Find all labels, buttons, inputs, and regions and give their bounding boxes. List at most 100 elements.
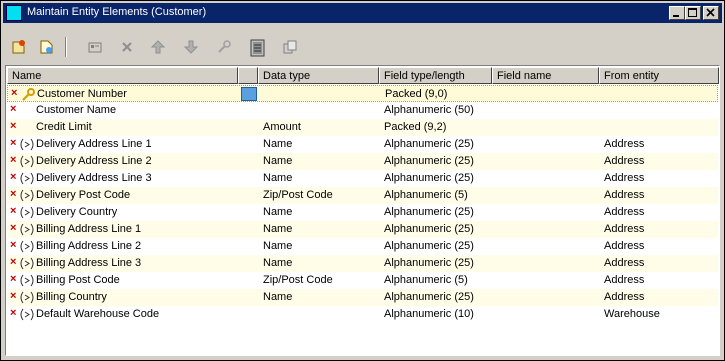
table-row[interactable]: × Delivery Address Line 2 Name Alphanumeric… [7, 153, 718, 170]
column-header-field-name[interactable]: Field name [492, 67, 599, 84]
from-entity-cell: Address [604, 257, 645, 269]
table-row[interactable]: × Customer Name Alphanumeric (50) [7, 102, 718, 119]
foreign-ref-icon [20, 189, 34, 202]
table-row[interactable]: × Billing Post Code Zip/Post Code Alphanume… [7, 272, 718, 289]
elements-grid[interactable]: Name Data type Field type/length Field n… [5, 65, 720, 356]
row-marker-icon: × [10, 171, 17, 183]
foreign-ref-icon [20, 138, 34, 151]
column-header-blank[interactable] [238, 67, 258, 84]
notes-button[interactable] [245, 35, 269, 59]
foreign-ref-icon [20, 291, 34, 304]
table-row[interactable]: × Billing Address Line 2 Name Alphanumeric … [7, 238, 718, 255]
row-marker-icon: × [10, 239, 17, 251]
column-header-name[interactable]: Name [7, 67, 238, 84]
copy-button[interactable] [278, 35, 302, 59]
element-name: Credit Limit [36, 121, 92, 133]
data-type-cell: Name [263, 172, 293, 184]
delete-button[interactable] [115, 35, 139, 59]
from-entity-cell: Address [604, 240, 645, 252]
maximize-button[interactable] [685, 6, 701, 20]
from-entity-cell: Address [604, 172, 645, 184]
from-entity-cell: Warehouse [604, 308, 660, 320]
field-type-cell: Alphanumeric (10) [384, 308, 474, 320]
toolbar-separator [65, 37, 67, 57]
lookup-button[interactable] [241, 87, 257, 101]
table-row[interactable]: × Billing Country Name Alphanumeric (25) Add… [7, 289, 718, 306]
table-row[interactable]: × Delivery Country Name Alphanumeric (25) Ad… [7, 204, 718, 221]
element-name: Billing Address Line 1 [36, 223, 142, 235]
primary-key-button[interactable] [212, 35, 236, 59]
column-header-from-entity[interactable]: From entity [599, 67, 719, 84]
field-type-cell: Alphanumeric (25) [384, 291, 474, 303]
field-type-cell: Alphanumeric (5) [384, 274, 468, 286]
window-title: Maintain Entity Elements (Customer) [27, 6, 207, 18]
foreign-ref-icon [20, 223, 34, 236]
table-row[interactable]: × Customer Number Packed (9,0) [7, 85, 718, 102]
from-entity-cell: Address [604, 138, 645, 150]
move-up-icon [150, 40, 166, 54]
table-row[interactable]: × Delivery Post Code Zip/Post Code Alphanum… [7, 187, 718, 204]
from-entity-cell: Address [604, 189, 645, 201]
element-name: Billing Address Line 2 [36, 240, 142, 252]
field-type-cell: Alphanumeric (25) [384, 240, 474, 252]
key-icon [22, 88, 35, 101]
from-entity-cell: Address [604, 274, 645, 286]
minimize-button[interactable] [669, 6, 685, 20]
field-type-cell: Alphanumeric (25) [384, 206, 474, 218]
column-header-field-type[interactable]: Field type/length [379, 67, 492, 84]
row-marker-icon: × [11, 87, 18, 99]
data-type-cell: Name [263, 240, 293, 252]
field-type-cell: Alphanumeric (5) [384, 189, 468, 201]
data-type-cell: Name [263, 291, 293, 303]
new-element-button[interactable] [7, 35, 31, 59]
close-button[interactable] [703, 6, 719, 20]
title-bar[interactable]: Maintain Entity Elements (Customer) [3, 3, 722, 23]
element-name: Billing Address Line 3 [36, 257, 142, 269]
table-row[interactable]: × Default Warehouse Code Alphanumeric (10)… [7, 306, 718, 323]
table-row[interactable]: × Delivery Address Line 1 Name Alphanumeric… [7, 136, 718, 153]
move-up-button[interactable] [146, 35, 170, 59]
field-type-cell: Alphanumeric (25) [384, 223, 474, 235]
data-type-cell: Amount [263, 121, 301, 133]
close-icon [706, 8, 715, 17]
new-element-from-button[interactable] [35, 35, 59, 59]
data-type-cell: Zip/Post Code [263, 189, 333, 201]
foreign-ref-icon [20, 308, 34, 321]
move-down-icon [183, 40, 199, 54]
copy-icon [283, 40, 297, 54]
foreign-ref-icon [20, 206, 34, 219]
table-row[interactable]: × Credit Limit Amount Packed (9,2) [7, 119, 718, 136]
table-row[interactable]: × Billing Address Line 3 Name Alphanumeric … [7, 255, 718, 272]
element-name: Billing Country [36, 291, 107, 303]
column-header-data-type[interactable]: Data type [258, 67, 379, 84]
element-name: Delivery Country [36, 206, 118, 218]
table-row[interactable]: × Delivery Address Line 3 Name Alphanumeric… [7, 170, 718, 187]
column-header-label: Data type [263, 70, 311, 82]
data-type-cell: Name [263, 155, 293, 167]
maximize-icon [688, 8, 697, 17]
move-down-button[interactable] [179, 35, 203, 59]
element-name: Billing Post Code [36, 274, 120, 286]
field-type-cell: Packed (9,2) [384, 121, 447, 133]
from-entity-cell: Address [604, 155, 645, 167]
notes-icon [250, 39, 265, 57]
element-name: Delivery Address Line 1 [36, 138, 152, 150]
field-type-cell: Alphanumeric (25) [384, 172, 474, 184]
data-type-cell: Name [263, 138, 293, 150]
row-marker-icon: × [10, 222, 17, 234]
from-entity-cell: Address [604, 206, 645, 218]
column-header-label: Field type/length [384, 70, 465, 82]
table-row[interactable]: × Billing Address Line 1 Name Alphanumeric … [7, 221, 718, 238]
minimize-icon [673, 15, 679, 17]
element-name: Delivery Post Code [36, 189, 131, 201]
toolbar [3, 33, 722, 61]
new-element-from-icon [40, 40, 53, 54]
row-marker-icon: × [10, 120, 17, 132]
from-entity-cell: Address [604, 291, 645, 303]
foreign-ref-icon [20, 240, 34, 253]
data-type-cell: Name [263, 223, 293, 235]
data-type-cell: Name [263, 206, 293, 218]
from-entity-cell: Address [604, 223, 645, 235]
properties-button[interactable] [83, 35, 107, 59]
foreign-ref-icon [20, 155, 34, 168]
